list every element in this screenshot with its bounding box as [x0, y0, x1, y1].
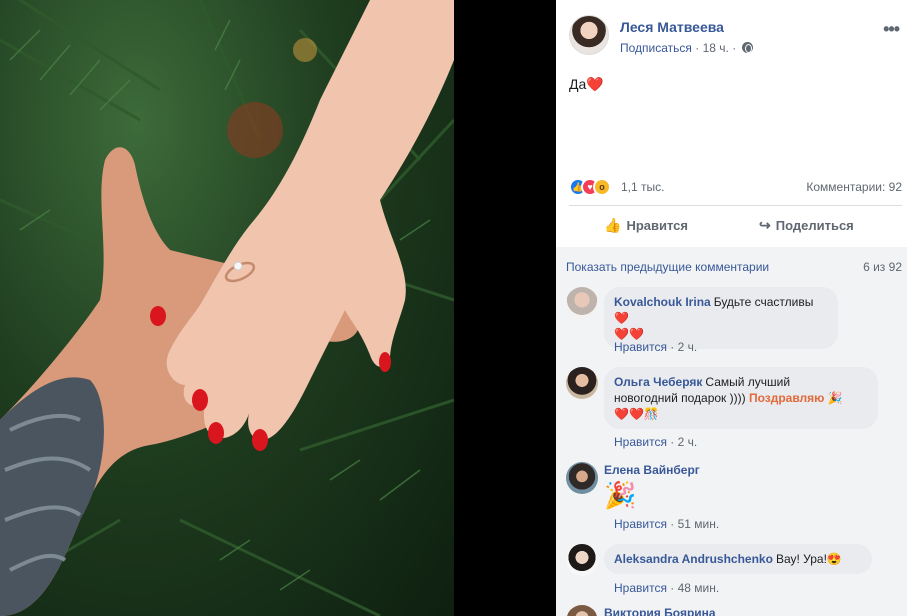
- comment-like-link[interactable]: Нравится: [614, 340, 667, 354]
- divider: [569, 205, 902, 206]
- share-icon: ↪: [759, 217, 771, 233]
- commenter-avatar[interactable]: [566, 605, 598, 616]
- comment-bubble: Виктория Боярина: [604, 605, 864, 616]
- comment-text: новогодний подарок )))): [614, 391, 746, 405]
- wow-reaction-icon: o: [593, 178, 611, 196]
- post-meta: Подписаться · 18 ч. ·: [620, 41, 753, 55]
- hashtag-congrats[interactable]: Поздравляю: [749, 391, 824, 405]
- post-time[interactable]: 18 ч.: [703, 41, 729, 55]
- comment-time[interactable]: 2 ч.: [678, 435, 698, 449]
- comment-text: Вау! Ура!😍: [775, 552, 842, 566]
- comment: Ольга Чеберяк Самый лучший новогодний под…: [566, 367, 896, 452]
- comment-bubble: Елена Вайнберг 🎉: [604, 462, 864, 512]
- comment-like-link[interactable]: Нравится: [614, 517, 667, 531]
- hands-with-ring-image: [0, 0, 454, 616]
- subscribe-link[interactable]: Подписаться: [620, 41, 692, 55]
- commenter-name[interactable]: Kovalchouk Irina: [614, 295, 711, 309]
- share-button[interactable]: ↪ Поделиться: [759, 217, 854, 234]
- author-avatar[interactable]: [569, 15, 609, 55]
- commenter-avatar[interactable]: [566, 462, 598, 494]
- like-button[interactable]: 👍 Нравится: [604, 217, 688, 234]
- comment-like-link[interactable]: Нравится: [614, 435, 667, 449]
- comment-bubble: Aleksandra Andrushchenko Вау! Ура!😍: [604, 544, 872, 574]
- comment: Виктория Боярина: [566, 605, 896, 616]
- post-actions: 👍 Нравится ↪ Поделиться: [569, 212, 902, 242]
- commenter-name[interactable]: Ольга Чеберяк: [614, 375, 702, 389]
- more-options-icon[interactable]: •••: [883, 19, 900, 40]
- reactions-bar: 👍 ♥ o 1,1 тыс. Комментарии: 92: [569, 178, 902, 196]
- comment-meta: Нравится · 2 ч.: [614, 340, 698, 354]
- comment-time[interactable]: 51 мин.: [678, 517, 720, 531]
- comment-text: ❤️❤️🎊: [614, 407, 659, 421]
- post-text: Да❤️: [569, 76, 604, 92]
- heart-emoji: ❤️: [586, 76, 604, 92]
- comment-meta: Нравится · 51 мин.: [614, 517, 720, 531]
- comment: Kovalchouk Irina Будьте счастливы ❤️ ❤️❤️…: [566, 287, 896, 357]
- comment: Елена Вайнберг 🎉 Нравится · 51 мин.: [566, 462, 896, 532]
- commenter-avatar[interactable]: [566, 287, 598, 319]
- comment-meta: Нравится · 2 ч.: [614, 435, 698, 449]
- thumbs-up-icon: 👍: [604, 217, 622, 233]
- post-sidebar: Леся Матвеева Подписаться · 18 ч. · ••• …: [556, 0, 907, 616]
- party-sticker-icon: 🎉: [604, 480, 637, 510]
- party-popper-icon: 🎉: [827, 391, 843, 405]
- commenter-name[interactable]: Виктория Боярина: [604, 606, 716, 616]
- commenter-avatar[interactable]: [566, 367, 598, 399]
- show-previous-comments-link[interactable]: Показать предыдущие комментарии: [566, 260, 769, 274]
- post-header: Леся Матвеева Подписаться · 18 ч. · •••: [569, 15, 900, 59]
- comments-section: Показать предыдущие комментарии 6 из 92 …: [556, 247, 907, 616]
- author-name[interactable]: Леся Матвеева: [620, 19, 724, 35]
- comment: Aleksandra Andrushchenko Вау! Ура!😍 Нрави…: [566, 544, 896, 599]
- commenter-name[interactable]: Елена Вайнберг: [604, 463, 700, 477]
- commenter-avatar[interactable]: [566, 544, 598, 576]
- comments-counter: 6 из 92: [863, 260, 902, 274]
- post-photo[interactable]: [0, 0, 454, 616]
- photo-letterbox: [454, 0, 556, 616]
- comment-meta: Нравится · 48 мин.: [614, 581, 720, 595]
- comments-count[interactable]: Комментарии: 92: [806, 180, 902, 194]
- comment-text: ❤️❤️: [614, 327, 644, 341]
- reactions-count[interactable]: 1,1 тыс.: [621, 180, 664, 194]
- comment-like-link[interactable]: Нравится: [614, 581, 667, 595]
- comment-time[interactable]: 2 ч.: [678, 340, 698, 354]
- commenter-name[interactable]: Aleksandra Andrushchenko: [614, 552, 773, 566]
- comment-time[interactable]: 48 мин.: [678, 581, 720, 595]
- globe-icon: [741, 42, 753, 53]
- comment-bubble: Ольга Чеберяк Самый лучший новогодний под…: [604, 367, 878, 429]
- comment-text: Самый лучший: [705, 375, 791, 389]
